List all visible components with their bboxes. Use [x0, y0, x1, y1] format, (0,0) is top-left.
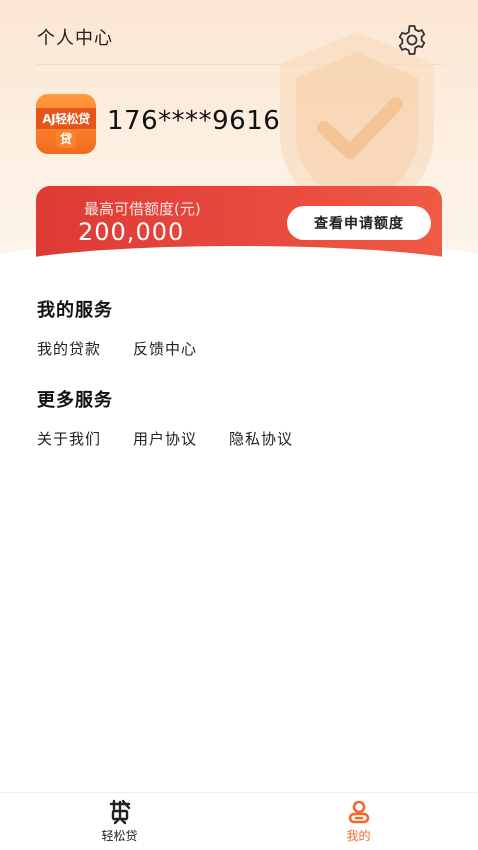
app-logo: AJ轻松贷 贷	[36, 94, 96, 154]
page-title: 个人中心	[37, 28, 113, 49]
user-icon	[348, 800, 369, 824]
my-services-links: 我的贷款 反馈中心	[37, 338, 197, 359]
more-services-links: 关于我们 用户协议 隐私协议	[37, 428, 293, 449]
credit-amount: 200,000	[78, 218, 185, 246]
gear-icon[interactable]	[394, 22, 430, 58]
tab-mine-label: 我的	[346, 829, 371, 843]
tab-loan-label: 轻松贷	[101, 829, 138, 843]
header-divider	[36, 64, 442, 65]
feedback-center-link[interactable]: 反馈中心	[133, 338, 197, 359]
credit-card-curve	[36, 246, 442, 276]
tab-mine[interactable]: 我的	[239, 793, 478, 850]
credit-label: 最高可借额度(元)	[84, 200, 201, 218]
more-services-title: 更多服务	[37, 390, 113, 411]
user-phone: 176****9616	[107, 106, 281, 136]
my-loans-link[interactable]: 我的贷款	[37, 338, 101, 359]
my-services-title: 我的服务	[37, 300, 113, 321]
user-agreement-link[interactable]: 用户协议	[133, 428, 197, 449]
loan-icon	[109, 799, 130, 825]
privacy-policy-link[interactable]: 隐私协议	[229, 428, 293, 449]
check-credit-button[interactable]: 查看申请额度	[287, 206, 431, 240]
logo-sub: 贷	[56, 130, 76, 148]
bottom-tab-bar: 轻松贷 我的	[0, 792, 478, 850]
about-us-link[interactable]: 关于我们	[37, 428, 101, 449]
credit-card: 最高可借额度(元) 200,000 查看申请额度	[36, 186, 442, 276]
tab-loan[interactable]: 轻松贷	[0, 793, 239, 850]
logo-text: AJ轻松贷	[36, 108, 96, 129]
